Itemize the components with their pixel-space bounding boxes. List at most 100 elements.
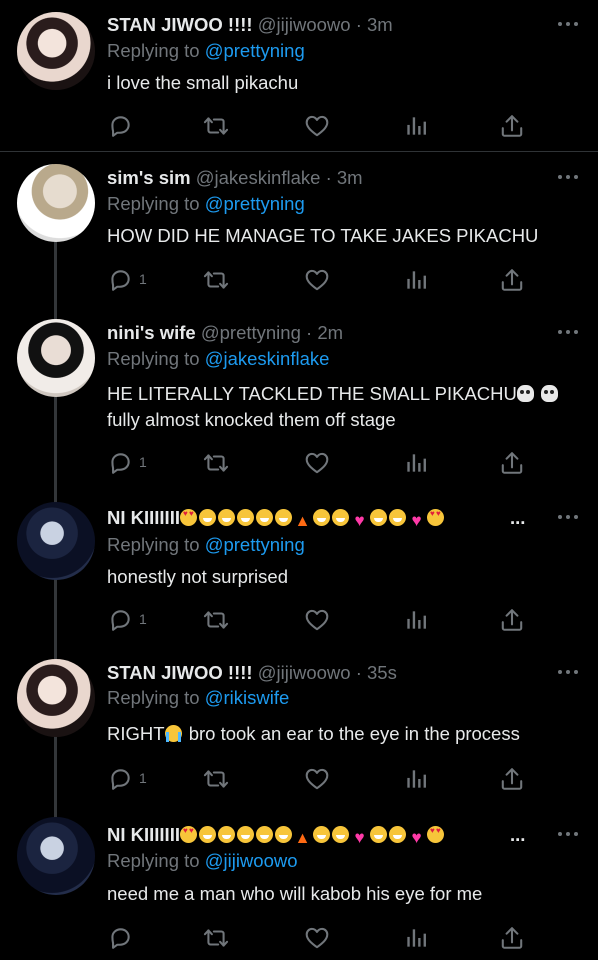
- tweet-text-b: bro took an ear to the eye in the proces…: [183, 723, 520, 744]
- share-icon: [499, 267, 525, 293]
- action-bar: [107, 111, 532, 141]
- tweet-text: RIGHT bro took an ear to the eye in the …: [107, 721, 578, 747]
- tweet-text: HE LITERALLY TACKLED THE SMALL PIKACHU f…: [107, 381, 578, 433]
- timestamp[interactable]: · 3m: [326, 167, 363, 188]
- skull-emoji: [541, 385, 559, 402]
- handle[interactable]: @jakeskinflake: [196, 167, 321, 188]
- action-bar: [107, 923, 532, 953]
- reply-icon: [107, 607, 133, 633]
- mention-link[interactable]: @prettyning: [205, 193, 305, 214]
- like-icon: [304, 450, 330, 476]
- tweet-header: nini's wife @prettyning · 2m: [107, 320, 528, 346]
- reply-icon: [107, 113, 133, 139]
- replying-prefix: Replying to: [107, 193, 200, 214]
- tweet-4[interactable]: NI KIIIIIII▲♥♥ ... Replying to @prettyni…: [0, 492, 598, 647]
- retweet-icon: [203, 766, 229, 792]
- tweet-2[interactable]: sim's sim @jakeskinflake · 3m Replying t…: [0, 152, 598, 307]
- display-name[interactable]: sim's sim: [107, 167, 191, 188]
- avatar[interactable]: [17, 659, 95, 737]
- reply-count: 1: [139, 611, 147, 627]
- action-bar: 1: [107, 448, 532, 478]
- avatar[interactable]: [17, 502, 95, 580]
- tweet-1[interactable]: STAN JIWOO !!!! @jijiwoowo · 3m Replying…: [0, 0, 598, 152]
- like-icon: [304, 766, 330, 792]
- tweet-header: NI KIIIIIII▲♥♥: [107, 505, 523, 531]
- more-icon[interactable]: [556, 327, 580, 337]
- handle[interactable]: @jijiwoowo: [258, 662, 351, 683]
- retweet-icon: [203, 450, 229, 476]
- tweet-header: STAN JIWOO !!!! @jijiwoowo · 3m: [107, 12, 528, 38]
- display-name[interactable]: STAN JIWOO !!!!: [107, 14, 253, 35]
- mention-link[interactable]: @jijiwoowo: [205, 850, 298, 871]
- replying-prefix: Replying to: [107, 40, 200, 61]
- replying-to: Replying to @prettyning: [107, 191, 305, 217]
- replying-prefix: Replying to: [107, 348, 200, 369]
- mention-link[interactable]: @jakeskinflake: [205, 348, 330, 369]
- name-emojis: ▲♥♥: [179, 507, 446, 530]
- name-ellipsis: ...: [510, 507, 526, 528]
- avatar[interactable]: [17, 319, 95, 397]
- views-icon: [403, 450, 429, 476]
- display-name[interactable]: NI KIIIIIII: [107, 507, 180, 528]
- handle[interactable]: @prettyning: [201, 322, 301, 343]
- replying-to: Replying to @prettyning: [107, 38, 305, 64]
- tweet-6[interactable]: NI KIIIIIII▲♥♥ ... Replying to @jijiwoow…: [0, 805, 598, 960]
- reply-icon: [107, 450, 133, 476]
- avatar[interactable]: [17, 164, 95, 242]
- reply-icon: [107, 925, 133, 951]
- display-name[interactable]: STAN JIWOO !!!!: [107, 662, 253, 683]
- avatar[interactable]: [17, 817, 95, 895]
- views-icon: [403, 267, 429, 293]
- more-icon[interactable]: [556, 667, 580, 677]
- crying-emoji: [164, 725, 182, 742]
- display-name[interactable]: NI KIIIIIII: [107, 824, 180, 845]
- tweet-5[interactable]: STAN JIWOO !!!! @jijiwoowo · 35s Replyin…: [0, 647, 598, 805]
- tweet-3[interactable]: nini's wife @prettyning · 2m Replying to…: [0, 307, 598, 492]
- mention-link[interactable]: @prettyning: [205, 40, 305, 61]
- reply-count: 1: [139, 454, 147, 470]
- more-icon[interactable]: [556, 829, 580, 839]
- action-bar: 1: [107, 764, 532, 794]
- avatar[interactable]: [17, 12, 95, 90]
- tweet-text: i love the small pikachu: [107, 72, 299, 93]
- views-icon: [403, 766, 429, 792]
- tweet-text-a: RIGHT: [107, 723, 165, 744]
- reply-icon: [107, 766, 133, 792]
- replying-to: Replying to @rikiswife: [107, 685, 289, 711]
- mention-link[interactable]: @rikiswife: [205, 687, 290, 708]
- like-icon: [304, 113, 330, 139]
- tweet-text: HOW DID HE MANAGE TO TAKE JAKES PIKACHU: [107, 225, 539, 246]
- reply-icon: [107, 267, 133, 293]
- replying-prefix: Replying to: [107, 687, 200, 708]
- more-icon[interactable]: [556, 512, 580, 522]
- replying-prefix: Replying to: [107, 534, 200, 555]
- tweet-text-line2: fully almost knocked them off stage: [107, 409, 396, 430]
- action-bar: 1: [107, 605, 532, 635]
- share-icon: [499, 766, 525, 792]
- share-icon: [499, 925, 525, 951]
- tweet-header: STAN JIWOO !!!! @jijiwoowo · 35s: [107, 660, 528, 686]
- timestamp[interactable]: · 3m: [356, 14, 393, 35]
- more-icon[interactable]: [556, 19, 580, 29]
- display-name[interactable]: nini's wife: [107, 322, 196, 343]
- views-icon: [403, 925, 429, 951]
- replying-to: Replying to @jakeskinflake: [107, 346, 329, 372]
- like-icon: [304, 267, 330, 293]
- retweet-icon: [203, 113, 229, 139]
- share-icon: [499, 607, 525, 633]
- tweet-text: honestly not surprised: [107, 566, 288, 587]
- tweet-text: need me a man who will kabob his eye for…: [107, 883, 483, 904]
- timestamp[interactable]: · 35s: [356, 662, 397, 683]
- reply-count: 1: [139, 770, 147, 786]
- name-emojis: ▲♥♥: [179, 824, 446, 847]
- handle[interactable]: @jijiwoowo: [258, 14, 351, 35]
- replying-to: Replying to @jijiwoowo: [107, 848, 298, 874]
- more-icon[interactable]: [556, 172, 580, 182]
- timestamp[interactable]: · 2m: [306, 322, 343, 343]
- like-icon: [304, 925, 330, 951]
- tweet-header: NI KIIIIIII▲♥♥: [107, 822, 523, 848]
- share-icon: [499, 450, 525, 476]
- mention-link[interactable]: @prettyning: [205, 534, 305, 555]
- reply-count: 1: [139, 271, 147, 287]
- action-bar: 1: [107, 265, 532, 295]
